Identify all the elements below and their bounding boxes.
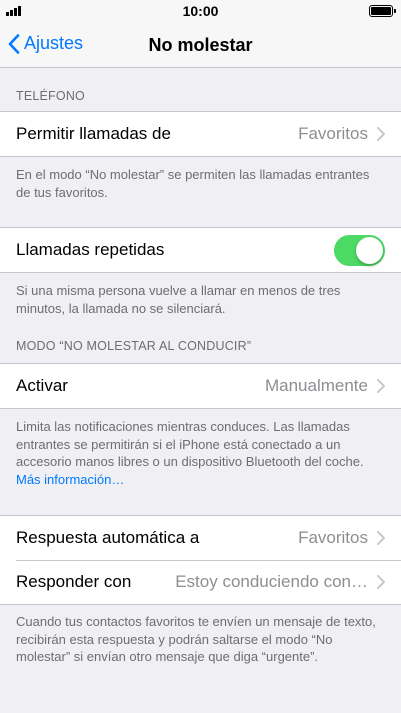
more-info-link[interactable]: Más información… [16, 472, 124, 487]
chevron-right-icon [377, 531, 385, 545]
row-llamadas-repetidas: Llamadas repetidas [0, 228, 401, 272]
toggle-knob [356, 236, 383, 264]
row-responder-con[interactable]: Responder con Estoy conduciendo con… [0, 560, 401, 604]
footer-permitir-llamadas: En el modo “No molestar” se permiten las… [16, 167, 370, 200]
status-bar: 10:00 [0, 0, 401, 22]
page-title: No molestar [148, 35, 253, 55]
footer-activar: Limita las notificaciones mientras condu… [16, 418, 384, 488]
group-activar: Activar Manualmente [0, 363, 401, 409]
section-header-telefono: TELÉFONO [16, 89, 85, 103]
footer-llamadas-repetidas: Si una misma persona vuelve a llamar en … [16, 283, 341, 316]
row-label: Llamadas repetidas [16, 240, 165, 259]
row-value: Favoritos [298, 528, 368, 547]
battery-icon [369, 5, 396, 17]
row-label: Responder con [16, 572, 132, 591]
footer-responder-con: Cuando tus contactos favoritos te envíen… [16, 614, 376, 664]
group-respuesta: Respuesta automática a Favoritos Respond… [0, 515, 401, 605]
row-value: Estoy conduciendo con… [175, 572, 368, 591]
row-permitir-llamadas[interactable]: Permitir llamadas de Favoritos [0, 112, 401, 156]
chevron-right-icon [377, 379, 385, 393]
chevron-right-icon [377, 127, 385, 141]
repeated-calls-toggle[interactable] [334, 234, 385, 266]
group-llamadas-repetidas: Llamadas repetidas [0, 227, 401, 273]
section-header-conducir: MODO “NO MOLESTAR AL CONDUCIR” [16, 339, 252, 353]
row-activar[interactable]: Activar Manualmente [0, 364, 401, 408]
group-permitir-llamadas: Permitir llamadas de Favoritos [0, 111, 401, 157]
footer-activar-text: Limita las notificaciones mientras condu… [16, 419, 364, 469]
row-respuesta-automatica[interactable]: Respuesta automática a Favoritos [0, 516, 401, 560]
chevron-right-icon [377, 575, 385, 589]
row-label: Activar [16, 376, 68, 395]
status-time: 10:00 [182, 3, 219, 19]
row-label: Permitir llamadas de [16, 124, 171, 143]
row-label: Respuesta automática a [16, 528, 200, 547]
row-value: Manualmente [264, 376, 368, 395]
row-value: Favoritos [298, 124, 368, 143]
navigation-bar: Ajustes No molestar [0, 22, 401, 68]
